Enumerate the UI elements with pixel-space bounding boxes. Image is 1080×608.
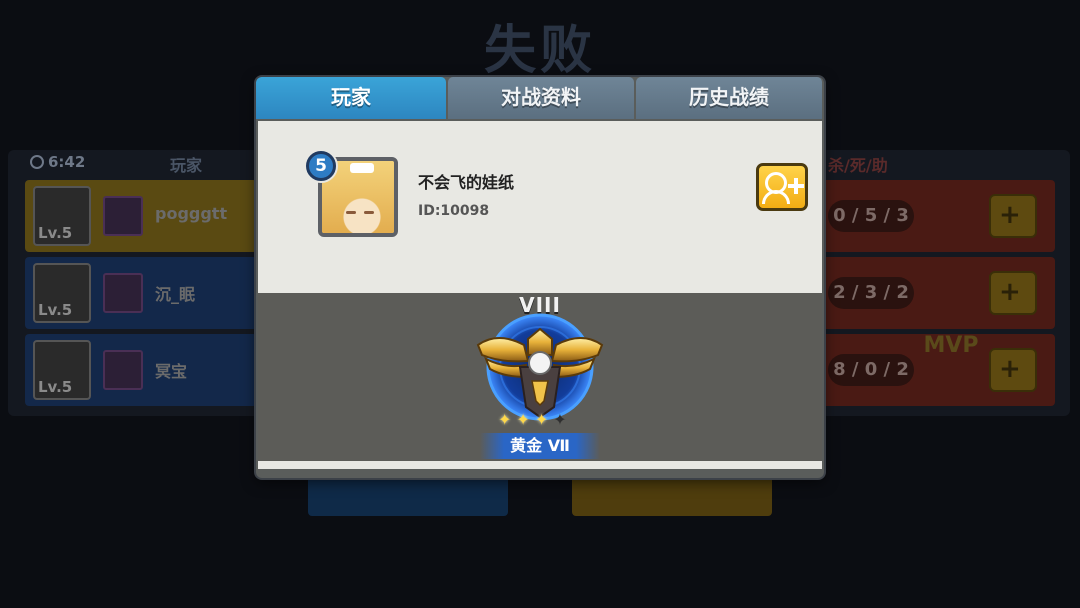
player-row: Lv.5 pogggtt bbox=[25, 180, 257, 252]
match-time: 6:42 bbox=[30, 153, 85, 171]
player-level: Lv.5 bbox=[38, 301, 73, 319]
avatar-eye bbox=[364, 211, 374, 214]
add-friend-icon: + bbox=[999, 200, 1021, 230]
player-name: 沉_眠 bbox=[155, 285, 196, 304]
dialog-bottom-edge bbox=[258, 461, 822, 469]
add-friend-button: + bbox=[989, 348, 1037, 392]
avatar-eye bbox=[346, 211, 356, 214]
player-name: pogggtt bbox=[155, 204, 228, 223]
result-title: 失败 bbox=[483, 21, 596, 81]
star-filled-icon: ✦ bbox=[498, 410, 512, 429]
player-name: 冥宝 bbox=[155, 362, 188, 381]
scoreboard-header-kda: 杀/死/助 bbox=[828, 156, 888, 175]
item-icon bbox=[103, 273, 143, 313]
rank-label: 黄金 Ⅶ bbox=[480, 433, 600, 459]
rank-section: VIII ✦ ✦ ✦ ✦ 黄金 Ⅶ bbox=[258, 293, 822, 461]
item-icon bbox=[103, 350, 143, 390]
star-filled-icon: ✦ bbox=[534, 410, 549, 429]
player-id: ID:10098 bbox=[418, 203, 490, 219]
add-friend-button: + bbox=[989, 271, 1037, 315]
rank-stars: ✦ ✦ ✦ ✦ bbox=[498, 411, 588, 429]
kda-value: 2 / 3 / 2 bbox=[828, 277, 914, 309]
item-icon bbox=[103, 196, 143, 236]
add-friend-button: + bbox=[989, 194, 1037, 238]
kda-value: 0 / 5 / 3 bbox=[828, 200, 914, 232]
kda-row: 0 / 5 / 3 + bbox=[820, 180, 1055, 252]
add-friend-button[interactable] bbox=[756, 163, 808, 211]
player-row: Lv.5 冥宝 bbox=[25, 334, 257, 406]
player-level: Lv.5 bbox=[38, 378, 73, 396]
plus-icon bbox=[788, 178, 804, 194]
tab-player[interactable]: 玩家 bbox=[256, 77, 446, 119]
player-row: Lv.5 沉_眠 bbox=[25, 257, 257, 329]
tiara-icon bbox=[350, 163, 374, 173]
dialog-tabs: 玩家 对战资料 历史战绩 bbox=[256, 77, 824, 119]
player-name: 不会飞的娃纸 bbox=[418, 173, 515, 192]
tab-match-history[interactable]: 历史战绩 bbox=[636, 77, 822, 119]
star-empty-icon: ✦ bbox=[553, 410, 567, 429]
match-time-value: 6:42 bbox=[48, 153, 86, 171]
gold-rank-emblem-icon bbox=[476, 313, 604, 421]
kda-value: 8 / 0 / 2 bbox=[828, 354, 914, 386]
player-info-dialog: 玩家 对战资料 历史战绩 5 不会飞的娃纸 ID:10098 VIII ✦ ✦ … bbox=[256, 77, 824, 478]
player-info-section: 5 不会飞的娃纸 ID:10098 bbox=[258, 121, 822, 293]
add-friend-icon: + bbox=[999, 277, 1021, 307]
mvp-badge: MVP bbox=[923, 333, 979, 358]
tab-match-data[interactable]: 对战资料 bbox=[448, 77, 634, 119]
clock-icon bbox=[30, 155, 44, 169]
player-level: Lv.5 bbox=[38, 224, 73, 242]
star-filled-icon: ✦ bbox=[516, 410, 530, 429]
scoreboard-header-player: 玩家 bbox=[170, 156, 203, 175]
player-level-badge: 5 bbox=[306, 151, 336, 181]
person-body-icon bbox=[762, 190, 790, 204]
add-friend-icon: + bbox=[999, 354, 1021, 384]
